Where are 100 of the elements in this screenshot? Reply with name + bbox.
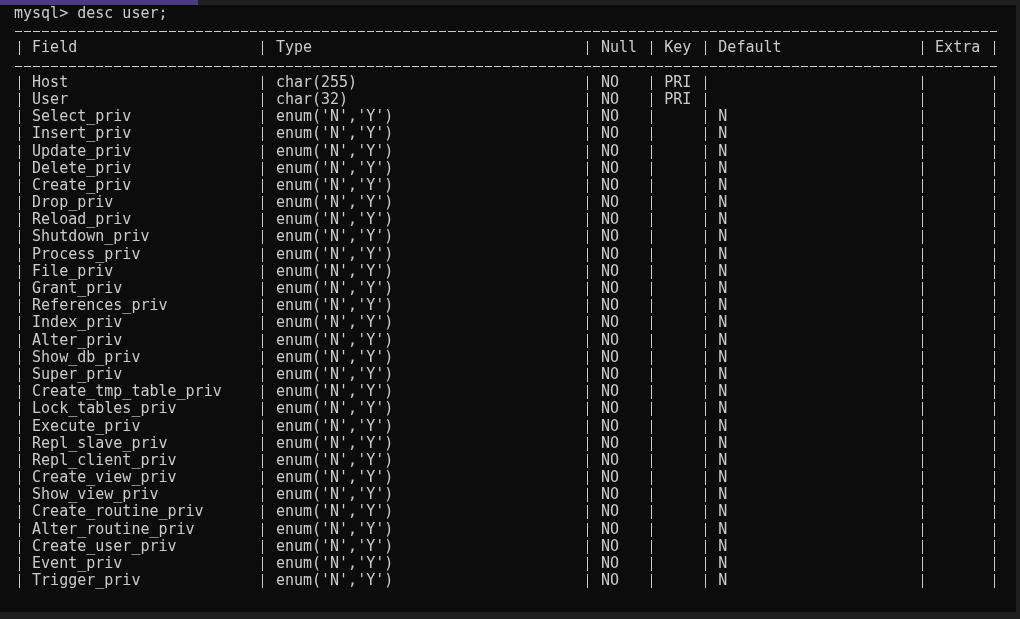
table-cell: N: [718, 400, 728, 418]
table-cell: Create_priv: [32, 176, 132, 195]
table-cell: Update_priv: [32, 142, 132, 160]
table-cell: Host: [32, 73, 69, 91]
table-cell: Alter_priv: [32, 331, 123, 349]
table-cell: NO: [600, 572, 620, 590]
table-cell: NO: [600, 73, 620, 91]
command-prompt: mysql> desc user;: [13, 5, 168, 23]
table-cell: enum('N','Y'): [275, 262, 394, 280]
table-cell: N: [718, 159, 728, 177]
table-cell: N: [718, 297, 728, 315]
table-cell: enum('N','Y'): [275, 520, 394, 538]
table-cell: Insert_priv: [32, 125, 132, 143]
table-cell: Super_priv: [32, 365, 123, 384]
table-cell: enum('N','Y'): [275, 176, 394, 195]
table-cell: Repl_client_priv: [32, 451, 177, 470]
table-cell: NO: [600, 125, 620, 143]
table-cell: N: [718, 314, 728, 332]
table-cell: NO: [600, 555, 620, 573]
table-cell: N: [718, 503, 728, 521]
table-cell: char(255): [275, 73, 358, 91]
table-cell: NO: [600, 417, 620, 435]
table-cell: N: [718, 486, 728, 504]
table-cell: NO: [600, 228, 620, 246]
column-header: Extra: [935, 39, 981, 57]
table-cell: enum('N','Y'): [275, 297, 394, 315]
table-cell: Execute_priv: [32, 417, 141, 435]
table-cell: Reload_priv: [32, 211, 132, 229]
table-cell: Event_priv: [32, 555, 123, 573]
table-cell: N: [718, 537, 728, 555]
table-cell: Drop_priv: [32, 194, 114, 212]
table-cell: enum('N','Y'): [275, 211, 394, 229]
table-cell: enum('N','Y'): [275, 383, 394, 401]
table-cell: N: [718, 451, 728, 470]
table-cell: N: [718, 245, 728, 263]
table-cell: N: [718, 228, 728, 246]
table-cell: NO: [600, 280, 620, 298]
table-cell: NO: [600, 348, 620, 366]
table-cell: enum('N','Y'): [275, 417, 394, 435]
table-cell: Create_tmp_table_priv: [32, 383, 222, 401]
table-cell: NO: [600, 451, 620, 470]
table-cell: enum('N','Y'): [275, 108, 394, 126]
table-cell: NO: [600, 503, 620, 521]
table-cell: NO: [600, 90, 620, 109]
table-cell: NO: [600, 434, 620, 452]
table-cell: N: [718, 520, 728, 538]
table-cell: NO: [600, 383, 620, 401]
table-cell: Lock_tables_priv: [32, 400, 177, 418]
table-cell: N: [718, 176, 728, 195]
table-cell: enum('N','Y'): [275, 555, 394, 573]
table-cell: Select_priv: [32, 108, 132, 126]
table-cell: Create_view_priv: [32, 469, 177, 487]
table-cell: PRI: [664, 73, 692, 91]
table-cell: char(32): [275, 90, 349, 109]
table-cell: N: [718, 555, 728, 573]
column-header: Default: [718, 39, 782, 57]
table-cell: N: [718, 142, 728, 160]
column-header: Null: [600, 39, 638, 57]
table-cell: Trigger_priv: [32, 572, 141, 590]
table-cell: N: [718, 331, 728, 349]
table-cell: NO: [600, 108, 620, 126]
table-cell: NO: [600, 176, 620, 195]
table-cell: Process_priv: [32, 245, 141, 263]
table-cell: N: [718, 572, 728, 590]
table-cell: NO: [600, 211, 620, 229]
table-cell: Create_routine_priv: [32, 503, 204, 521]
table-cell: Show_db_priv: [32, 348, 141, 366]
table-cell: NO: [600, 262, 620, 280]
table-cell: Show_view_priv: [32, 486, 159, 504]
table-cell: PRI: [664, 90, 692, 109]
table-cell: Grant_priv: [32, 280, 123, 298]
table-cell: NO: [600, 159, 620, 177]
column-header: Type: [275, 39, 312, 57]
table-cell: enum('N','Y'): [275, 314, 394, 332]
table-cell: References_priv: [32, 297, 168, 315]
table-cell: Repl_slave_priv: [32, 434, 168, 452]
table-cell: NO: [600, 297, 620, 315]
table-cell: enum('N','Y'): [275, 365, 394, 384]
table-cell: N: [718, 348, 728, 366]
table-cell: enum('N','Y'): [275, 159, 394, 177]
table-cell: enum('N','Y'): [275, 434, 394, 452]
table-cell: enum('N','Y'): [275, 194, 394, 212]
table-cell: File_priv: [32, 262, 114, 280]
table-cell: N: [718, 108, 728, 126]
table-cell: enum('N','Y'): [275, 486, 394, 504]
table-cell: N: [718, 262, 728, 280]
table-cell: Index_priv: [32, 314, 123, 332]
table-cell: N: [718, 469, 728, 487]
table-cell: N: [718, 383, 728, 401]
table-cell: enum('N','Y'): [275, 469, 394, 487]
table-cell: NO: [600, 331, 620, 349]
table-cell: enum('N','Y'): [275, 228, 394, 246]
table-cell: NO: [600, 520, 620, 538]
table-cell: N: [718, 211, 728, 229]
column-header: Field: [32, 39, 78, 57]
table-cell: enum('N','Y'): [275, 400, 394, 418]
table-cell: Create_user_priv: [32, 537, 177, 555]
table-cell: NO: [600, 194, 620, 212]
column-header: Key: [664, 39, 692, 57]
table-cell: NO: [600, 245, 620, 263]
